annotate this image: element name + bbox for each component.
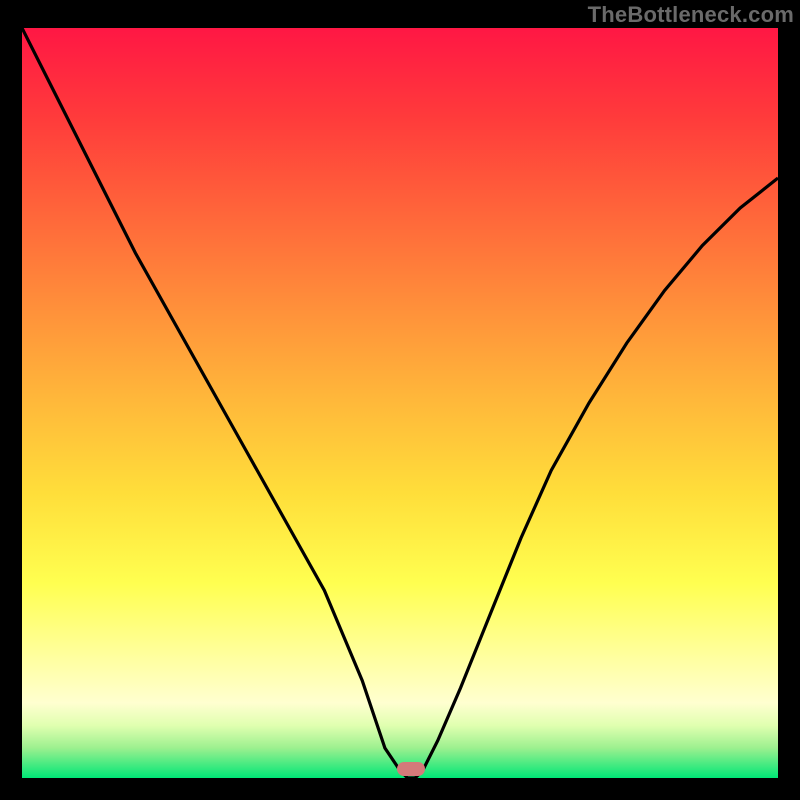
watermark-text: TheBottleneck.com <box>588 2 794 28</box>
curve-path <box>22 28 778 778</box>
chart-frame: TheBottleneck.com <box>0 0 800 800</box>
optimal-marker <box>397 762 425 776</box>
bottleneck-curve <box>22 28 778 778</box>
plot-area <box>22 28 778 778</box>
